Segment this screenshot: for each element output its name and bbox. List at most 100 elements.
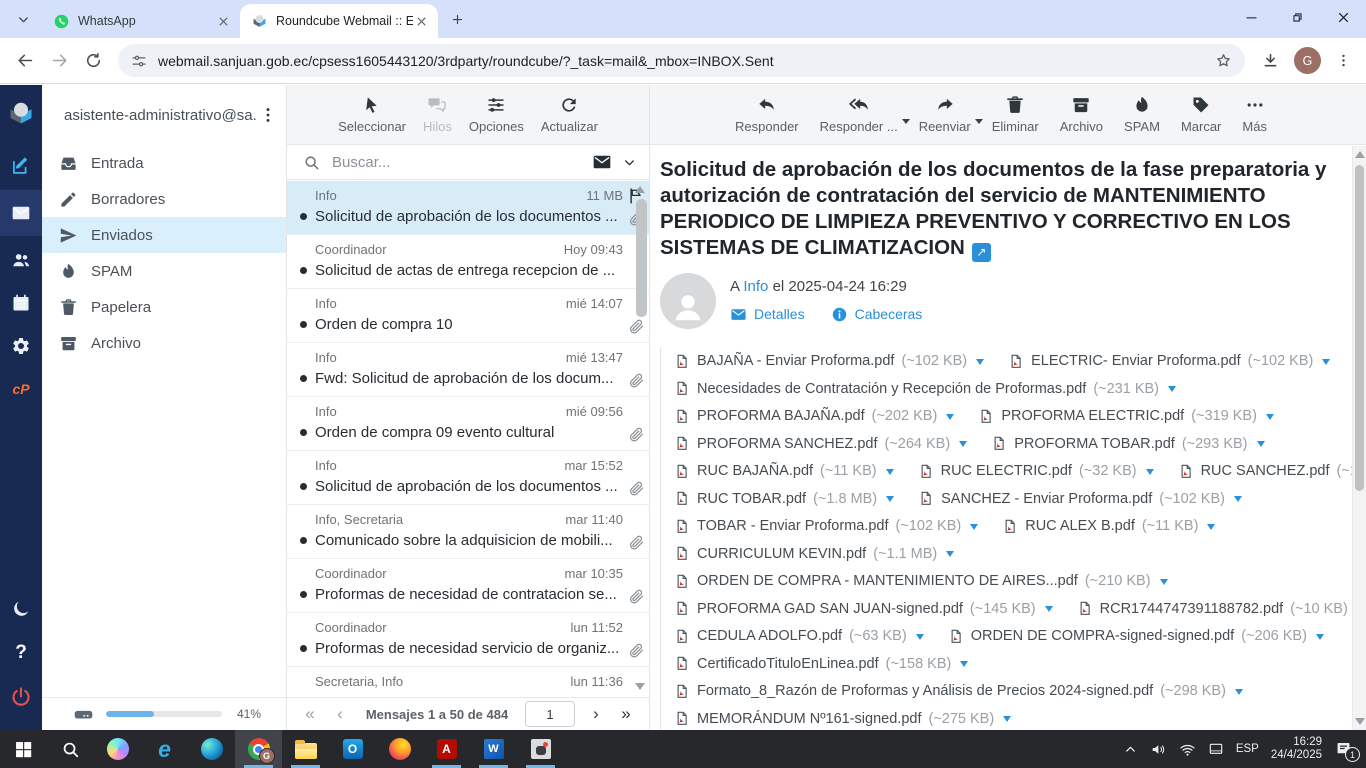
attachment-menu-caret-icon[interactable]	[1160, 579, 1168, 589]
reader-scroll-down[interactable]	[1355, 718, 1365, 725]
folder-item-archivo[interactable]: Archivo	[42, 325, 286, 361]
taskbar-internet-explorer-icon[interactable]: e	[141, 730, 188, 768]
attachment-menu-caret-icon[interactable]	[1266, 414, 1274, 424]
message-row[interactable]: Info11 MBSolicitud de aprobación de los …	[287, 181, 649, 235]
attachment-menu-caret-icon[interactable]	[1003, 716, 1011, 726]
attachment-name[interactable]: PROFORMA TOBAR.pdf	[1014, 436, 1175, 452]
attachment-menu-caret-icon[interactable]	[1234, 496, 1242, 506]
attachment-name[interactable]: RCR1744747391188782.pdf	[1100, 601, 1284, 617]
list-seleccionar-button[interactable]: Seleccionar	[338, 95, 406, 134]
reader-scroll-up[interactable]	[1355, 151, 1365, 158]
attachment-name[interactable]: Formato_8_Razón de Proformas y Análisis …	[697, 683, 1153, 699]
account-header[interactable]: asistente-administrativo@sa...	[42, 85, 286, 145]
attachment-name[interactable]: Necesidades de Contratación y Recepción …	[697, 381, 1086, 397]
tab-close-icon[interactable]	[413, 13, 430, 30]
attachment-menu-caret-icon[interactable]	[959, 441, 967, 451]
tab-search-button[interactable]	[10, 6, 36, 32]
attachment-name[interactable]: CURRICULUM KEVIN.pdf	[697, 546, 866, 562]
search-input[interactable]	[330, 153, 582, 172]
list-scrollbar-thumb[interactable]	[636, 199, 647, 317]
attachment-item[interactable]: CertificadoTituloEnLinea.pdf(~158 KB)	[674, 654, 968, 673]
rail-dark-mode-icon[interactable]	[0, 590, 42, 628]
reader-scrollbar-thumb[interactable]	[1355, 165, 1364, 491]
attachment-item[interactable]: Formato_8_Razón de Proformas y Análisis …	[674, 682, 1243, 701]
reader-responder-button[interactable]: Responder	[735, 95, 799, 134]
details-link[interactable]: Detalles	[730, 306, 805, 323]
action-center-icon[interactable]: 1	[1334, 739, 1354, 759]
open-in-new-window-icon[interactable]: ↗	[972, 243, 991, 262]
attachment-item[interactable]: RUC BAJAÑA.pdf(~11 KB)	[674, 462, 894, 481]
attachment-name[interactable]: SANCHEZ - Enviar Proforma.pdf	[941, 491, 1152, 507]
attachment-menu-caret-icon[interactable]	[1168, 386, 1176, 396]
taskbar-chrome-icon[interactable]: G	[235, 730, 282, 768]
window-restore-button[interactable]	[1274, 0, 1320, 34]
attachment-item[interactable]: RUC SANCHEZ.pdf(~10 KB)	[1178, 462, 1352, 481]
reload-button[interactable]	[76, 44, 110, 78]
touch-keyboard-icon[interactable]	[1208, 741, 1224, 757]
prev-page-button[interactable]: ‹	[325, 704, 355, 724]
attachment-menu-caret-icon[interactable]	[946, 551, 954, 561]
attachment-name[interactable]: ORDEN DE COMPRA - MANTENIMIENTO DE AIRES…	[697, 573, 1078, 589]
rail-compose-icon[interactable]	[0, 147, 42, 185]
attachment-name[interactable]: PROFORMA ELECTRIC.pdf	[1001, 408, 1184, 424]
attachment-item[interactable]: Necesidades de Contratación y Recepción …	[674, 379, 1176, 398]
attachment-name[interactable]: ELECTRIC- Enviar Proforma.pdf	[1031, 353, 1241, 369]
attachment-item[interactable]: CURRICULUM KEVIN.pdf(~1.1 MB)	[674, 544, 954, 563]
volume-icon[interactable]	[1150, 741, 1167, 758]
taskbar-java-app-icon[interactable]	[517, 730, 564, 768]
message-row[interactable]: Info, Secretariamar 11:40Comunicado sobr…	[287, 505, 649, 559]
attachment-menu-caret-icon[interactable]	[1146, 469, 1154, 479]
attachment-menu-caret-icon[interactable]	[1316, 634, 1324, 644]
clock[interactable]: 16:29 24/4/2025	[1271, 736, 1322, 763]
rail-logout-icon[interactable]	[0, 678, 42, 716]
attachment-name[interactable]: CertificadoTituloEnLinea.pdf	[697, 656, 879, 672]
attachment-name[interactable]: MEMORÁNDUM Nº161-signed.pdf	[697, 711, 921, 727]
rail-cpanel-icon[interactable]: cP	[0, 370, 42, 408]
back-button[interactable]	[8, 44, 42, 78]
reader-responder-button[interactable]: Responder ...	[820, 95, 898, 134]
page-number-input[interactable]	[525, 701, 575, 727]
attachment-menu-caret-icon[interactable]	[886, 469, 894, 479]
tray-chevron-up-icon[interactable]	[1123, 742, 1138, 757]
attachment-menu-caret-icon[interactable]	[970, 524, 978, 534]
folder-item-enviados[interactable]: Enviados	[42, 217, 286, 253]
forward-button[interactable]	[42, 44, 76, 78]
folder-item-papelera[interactable]: Papelera	[42, 289, 286, 325]
attachment-name[interactable]: RUC BAJAÑA.pdf	[697, 463, 813, 479]
reader-m-s-button[interactable]: Más	[1242, 95, 1267, 134]
attachment-menu-caret-icon[interactable]	[946, 414, 954, 424]
attachment-name[interactable]: RUC TOBAR.pdf	[697, 491, 806, 507]
rail-calendar-icon[interactable]	[0, 284, 42, 322]
attachment-item[interactable]: RUC ELECTRIC.pdf(~32 KB)	[918, 462, 1154, 481]
new-tab-button[interactable]	[444, 6, 470, 32]
attachment-item[interactable]: TOBAR - Enviar Proforma.pdf(~102 KB)	[674, 517, 978, 536]
rail-help-icon[interactable]: ?	[0, 634, 42, 672]
reader-spam-button[interactable]: SPAM	[1124, 95, 1160, 134]
attachment-item[interactable]: RUC TOBAR.pdf(~1.8 MB)	[674, 489, 894, 508]
attachment-item[interactable]: ORDEN DE COMPRA-signed-signed.pdf(~206 K…	[948, 627, 1324, 646]
taskbar-firefox-icon[interactable]	[376, 730, 423, 768]
browser-tab[interactable]: WhatsApp	[42, 4, 240, 38]
message-row[interactable]: Infomar 15:52Solicitud de aprobación de …	[287, 451, 649, 505]
message-row[interactable]: Coordinadormar 10:35Proformas de necesid…	[287, 559, 649, 613]
window-close-button[interactable]	[1320, 0, 1366, 34]
taskbar-outlook-icon[interactable]: O	[329, 730, 376, 768]
taskbar-edge-icon[interactable]	[188, 730, 235, 768]
attachment-name[interactable]: RUC SANCHEZ.pdf	[1201, 463, 1330, 479]
attachment-item[interactable]: SANCHEZ - Enviar Proforma.pdf(~102 KB)	[918, 489, 1242, 508]
message-row[interactable]: Infomié 09:56Orden de compra 09 evento c…	[287, 397, 649, 451]
attachment-menu-caret-icon[interactable]	[916, 634, 924, 644]
next-page-button[interactable]: ›	[581, 704, 611, 724]
attachment-item[interactable]: BAJAÑA - Enviar Proforma.pdf(~102 KB)	[674, 352, 984, 371]
attachment-item[interactable]: PROFORMA SANCHEZ.pdf(~264 KB)	[674, 434, 967, 453]
attachment-name[interactable]: ORDEN DE COMPRA-signed-signed.pdf	[971, 628, 1235, 644]
attachment-name[interactable]: CEDULA ADOLFO.pdf	[697, 628, 842, 644]
message-row[interactable]: Secretaria, Infolun 11:36	[287, 667, 649, 697]
list-scroll-down[interactable]	[635, 683, 645, 690]
reader-eliminar-button[interactable]: Eliminar	[992, 95, 1039, 134]
taskbar-acrobat-icon[interactable]: A	[423, 730, 470, 768]
folder-item-spam[interactable]: SPAM	[42, 253, 286, 289]
taskbar-copilot-icon[interactable]	[94, 730, 141, 768]
language-indicator[interactable]: ESP	[1236, 743, 1259, 755]
attachment-item[interactable]: ORDEN DE COMPRA - MANTENIMIENTO DE AIRES…	[674, 572, 1168, 591]
